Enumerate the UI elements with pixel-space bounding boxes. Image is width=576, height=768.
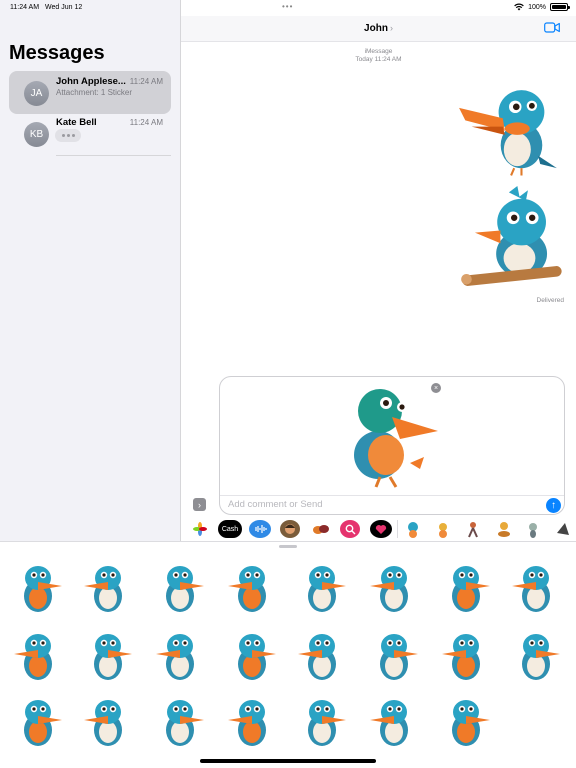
expand-chevron-icon[interactable]: ›: [193, 498, 206, 511]
sticker-option[interactable]: [228, 700, 266, 746]
sticker-option[interactable]: [84, 700, 122, 746]
sticker-option[interactable]: [166, 700, 204, 746]
conversation-time: 11:24 AM: [129, 77, 163, 86]
staged-sticker[interactable]: [340, 383, 440, 491]
sticker-option[interactable]: [452, 566, 490, 612]
conversation-name: Kate Bell: [56, 117, 97, 128]
compose-box[interactable]: × Add comment or Send ↑: [219, 376, 565, 515]
sticker-option[interactable]: [14, 634, 52, 680]
stickers-icon[interactable]: [310, 520, 332, 538]
chat-header: John ›: [181, 16, 576, 42]
kingfisher-sticker-icon: [498, 522, 510, 537]
sticker-option[interactable]: [512, 566, 550, 612]
contact-name: John: [364, 23, 388, 34]
memoji-icon[interactable]: [280, 520, 300, 538]
conversation-name: John Applese...: [56, 76, 126, 87]
sticker-option[interactable]: [24, 700, 62, 746]
sticker-option[interactable]: [370, 700, 408, 746]
sticker-option[interactable]: [84, 566, 122, 612]
conversation-sidebar: Messages JA John Applese... 11:24 AM Att…: [0, 0, 181, 541]
sticker-option[interactable]: [238, 634, 276, 680]
multitasking-dots-icon[interactable]: •••: [282, 2, 293, 11]
apple-cash-icon[interactable]: Cash: [218, 520, 242, 538]
sticker-option[interactable]: [308, 566, 346, 612]
avatar: JA: [24, 81, 49, 106]
battery-percent: 100%: [528, 3, 546, 11]
sent-sticker[interactable]: [457, 72, 561, 177]
status-bar: 11:24 AM Wed Jun 12 ••• 100%: [0, 0, 576, 16]
kingfisher-sticker-icon: [557, 523, 569, 535]
kingfisher-sticker-icon: [529, 523, 537, 538]
conversation-preview: Attachment: 1 Sticker: [56, 88, 133, 97]
sticker-option[interactable]: [380, 634, 418, 680]
divider: [220, 495, 564, 496]
page-title: Messages: [9, 42, 105, 64]
wifi-icon: [514, 3, 524, 11]
conversation-item[interactable]: JA John Applese... 11:24 AM Attachment: …: [9, 71, 171, 114]
home-indicator: [200, 759, 376, 763]
sticker-option[interactable]: [94, 634, 132, 680]
facetime-video-icon[interactable]: [544, 22, 560, 33]
kingfisher-sticker-icon: [459, 90, 557, 176]
photos-icon[interactable]: [190, 520, 210, 537]
delivered-status: Delivered: [536, 297, 564, 304]
sticker-grid: [14, 566, 560, 746]
sticker-option[interactable]: [228, 566, 266, 612]
sticker-option[interactable]: [156, 634, 194, 680]
sticker-option[interactable]: [24, 566, 62, 612]
message-timestamp: Today 11:24 AM: [355, 56, 402, 63]
kingfisher-sticker-icon: [354, 389, 438, 488]
avatar: KB: [24, 122, 49, 147]
sticker-option[interactable]: [298, 634, 336, 680]
digital-touch-icon[interactable]: [370, 520, 392, 538]
sticker-option[interactable]: [166, 566, 204, 612]
status-time: 11:24 AM: [10, 4, 40, 11]
recent-stickers-strip[interactable]: [405, 519, 575, 539]
app-drawer: Cash: [181, 517, 576, 541]
drag-handle[interactable]: [279, 545, 297, 548]
conversation-time: 11:24 AM: [129, 118, 163, 127]
kingfisher-sticker-icon: [439, 523, 447, 538]
messages-app: Messages JA John Applese... 11:24 AM Att…: [0, 0, 576, 768]
apple-cash-label: Cash: [221, 525, 239, 533]
kingfisher-on-branch-icon: [461, 186, 562, 286]
message-input[interactable]: Add comment or Send: [228, 499, 323, 510]
battery-icon: [550, 3, 570, 11]
chevron-right-icon: ›: [389, 23, 393, 33]
status-date: Wed Jun 12: [45, 4, 83, 11]
audio-message-icon[interactable]: [249, 520, 271, 538]
search-images-icon[interactable]: [340, 520, 360, 538]
typing-indicator: [55, 129, 81, 142]
sticker-option[interactable]: [452, 700, 490, 746]
sticker-option[interactable]: [442, 634, 480, 680]
sticker-option[interactable]: [308, 700, 346, 746]
kingfisher-sticker-icon: [408, 522, 418, 538]
divider: [56, 155, 171, 156]
sticker-option[interactable]: [370, 566, 408, 612]
sticker-option[interactable]: [522, 634, 560, 680]
sent-sticker[interactable]: [458, 186, 564, 292]
kingfisher-sticker-icon: [468, 522, 478, 538]
service-label: iMessage: [364, 48, 393, 55]
conversation-item[interactable]: KB Kate Bell 11:24 AM: [9, 112, 171, 155]
contact-name-button[interactable]: John ›: [181, 23, 576, 34]
send-button[interactable]: ↑: [546, 498, 561, 513]
remove-attachment-icon[interactable]: ×: [431, 383, 441, 393]
